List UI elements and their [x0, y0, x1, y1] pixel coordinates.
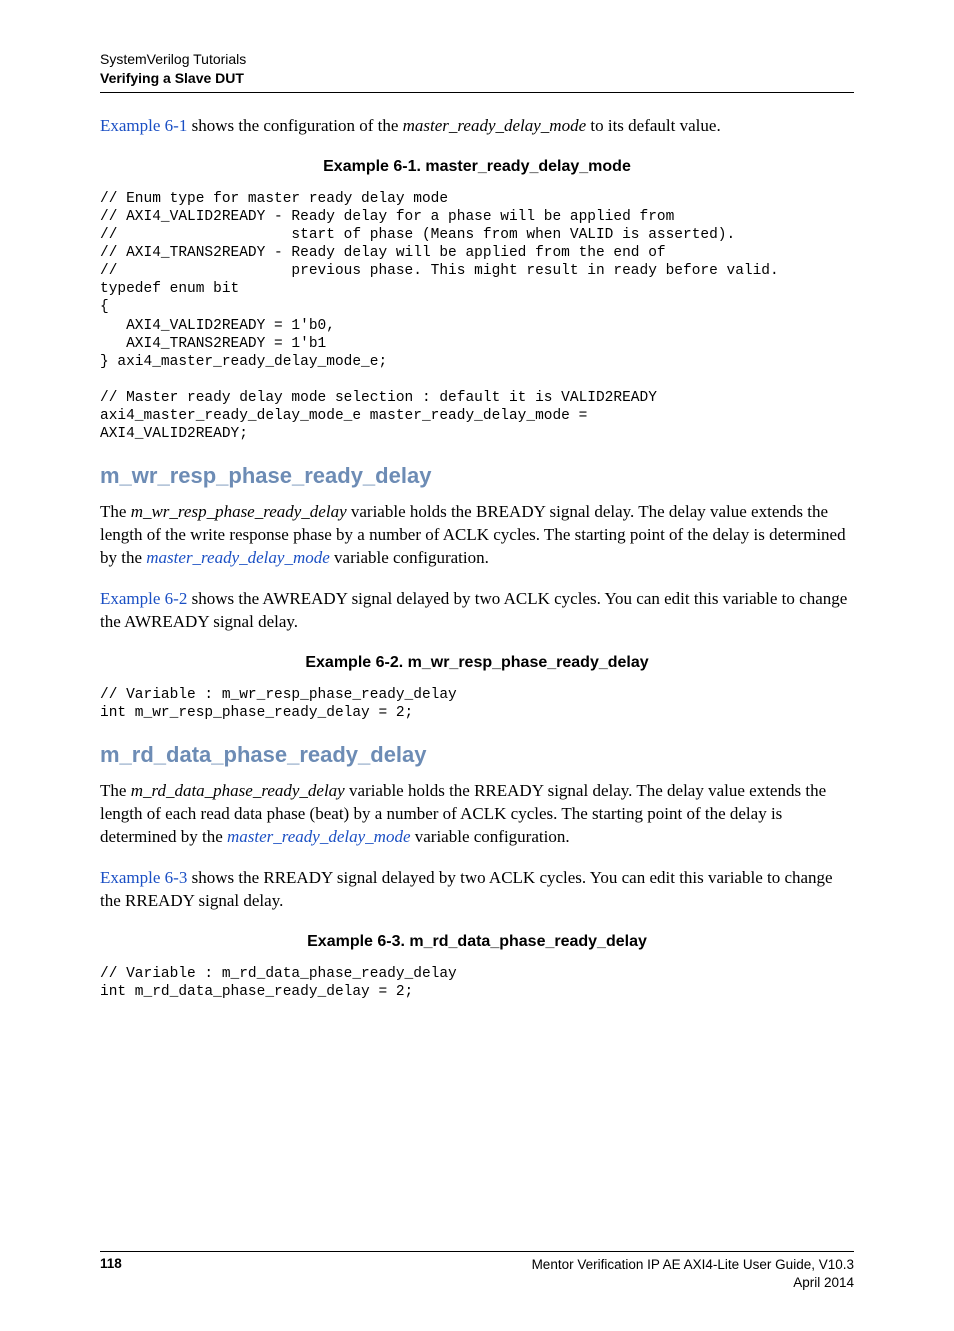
footer-date: April 2014	[532, 1274, 854, 1292]
intro-paragraph: Example 6-1 shows the configuration of t…	[100, 115, 854, 138]
s1p1-tail: variable configuration.	[330, 548, 489, 567]
master-ready-delay-mode-link-1[interactable]: master_ready_delay_mode	[146, 548, 330, 567]
s2p2-rest: shows the RREADY signal delayed by two A…	[100, 868, 833, 910]
example-1-code: // Enum type for master ready delay mode…	[100, 190, 854, 444]
page-container: SystemVerilog Tutorials Verifying a Slav…	[0, 0, 954, 1331]
section-1-para-1: The m_wr_resp_phase_ready_delay variable…	[100, 501, 854, 570]
example-6-1-link[interactable]: Example 6-1	[100, 116, 187, 135]
intro-text-2: to its default value.	[586, 116, 721, 135]
running-header: SystemVerilog Tutorials Verifying a Slav…	[100, 50, 854, 88]
footer-rule	[100, 1251, 854, 1252]
example-6-3-link[interactable]: Example 6-3	[100, 868, 187, 887]
example-6-2-link[interactable]: Example 6-2	[100, 589, 187, 608]
section-2-para-1: The m_rd_data_phase_ready_delay variable…	[100, 780, 854, 849]
footer-guide-title: Mentor Verification IP AE AXI4-Lite User…	[532, 1256, 854, 1274]
example-3-code: // Variable : m_rd_data_phase_ready_dela…	[100, 965, 854, 1001]
s1p2-rest: shows the AWREADY signal delayed by two …	[100, 589, 847, 631]
page-footer: 118 Mentor Verification IP AE AXI4-Lite …	[100, 1256, 854, 1291]
footer-right-block: Mentor Verification IP AE AXI4-Lite User…	[532, 1256, 854, 1291]
intro-italic: master_ready_delay_mode	[403, 116, 587, 135]
s2p1-tail: variable configuration.	[411, 827, 570, 846]
s1p1-italic: m_wr_resp_phase_ready_delay	[131, 502, 347, 521]
header-line-2: Verifying a Slave DUT	[100, 69, 854, 88]
example-2-title: Example 6-2. m_wr_resp_phase_ready_delay	[100, 654, 854, 672]
header-line-1: SystemVerilog Tutorials	[100, 50, 854, 69]
intro-text-1: shows the configuration of the	[187, 116, 402, 135]
section-2-para-2: Example 6-3 shows the RREADY signal dela…	[100, 867, 854, 913]
example-1-title: Example 6-1. master_ready_delay_mode	[100, 158, 854, 176]
header-rule	[100, 92, 854, 93]
s1p1-pre: The	[100, 502, 131, 521]
s2p1-pre: The	[100, 781, 131, 800]
section-1-para-2: Example 6-2 shows the AWREADY signal del…	[100, 588, 854, 634]
page-number: 118	[100, 1256, 122, 1291]
s2p1-italic: m_rd_data_phase_ready_delay	[131, 781, 345, 800]
example-3-title: Example 6-3. m_rd_data_phase_ready_delay	[100, 933, 854, 951]
master-ready-delay-mode-link-2[interactable]: master_ready_delay_mode	[227, 827, 411, 846]
example-2-code: // Variable : m_wr_resp_phase_ready_dela…	[100, 686, 854, 722]
section-1-heading: m_wr_resp_phase_ready_delay	[100, 463, 854, 489]
section-2-heading: m_rd_data_phase_ready_delay	[100, 742, 854, 768]
